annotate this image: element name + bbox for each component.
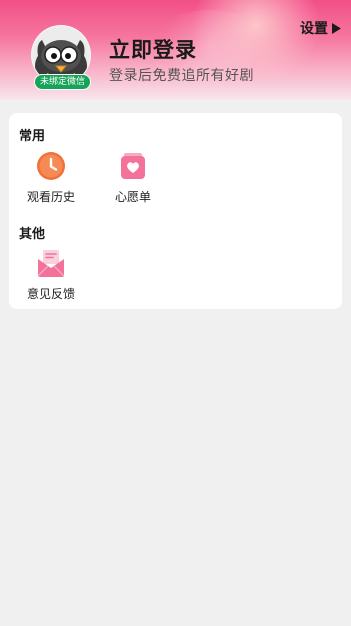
- menu-item-watch-history[interactable]: 观看历史: [16, 151, 86, 205]
- menu-item-label: 意见反馈: [26, 287, 75, 301]
- feedback-mail-icon: [37, 250, 65, 277]
- menu-item-label: 心愿单: [114, 190, 151, 204]
- menu-item-label: 观看历史: [26, 190, 75, 204]
- menu-item-wishlist[interactable]: 心愿单: [98, 151, 168, 205]
- section-title-other: 其他: [19, 227, 46, 242]
- history-clock-icon: [37, 152, 65, 180]
- login-subtitle: 登录后免费追所有好剧: [109, 68, 254, 84]
- profile-header: 未绑定微信 立即登录 登录后免费追所有好剧 设置: [0, 0, 351, 100]
- settings-label: 设置: [300, 21, 328, 37]
- wishlist-heart-icon: [121, 153, 145, 179]
- section-title-common: 常用: [19, 129, 46, 144]
- play-arrow-icon: [332, 22, 341, 34]
- wechat-unbound-badge[interactable]: 未绑定微信: [34, 74, 91, 90]
- menu-item-feedback[interactable]: 意见反馈: [16, 248, 86, 302]
- login-title[interactable]: 立即登录: [109, 34, 197, 64]
- menu-card: 常用 观看历史 心愿单 其他 意见反馈: [9, 113, 342, 309]
- settings-button[interactable]: 设置: [300, 18, 341, 38]
